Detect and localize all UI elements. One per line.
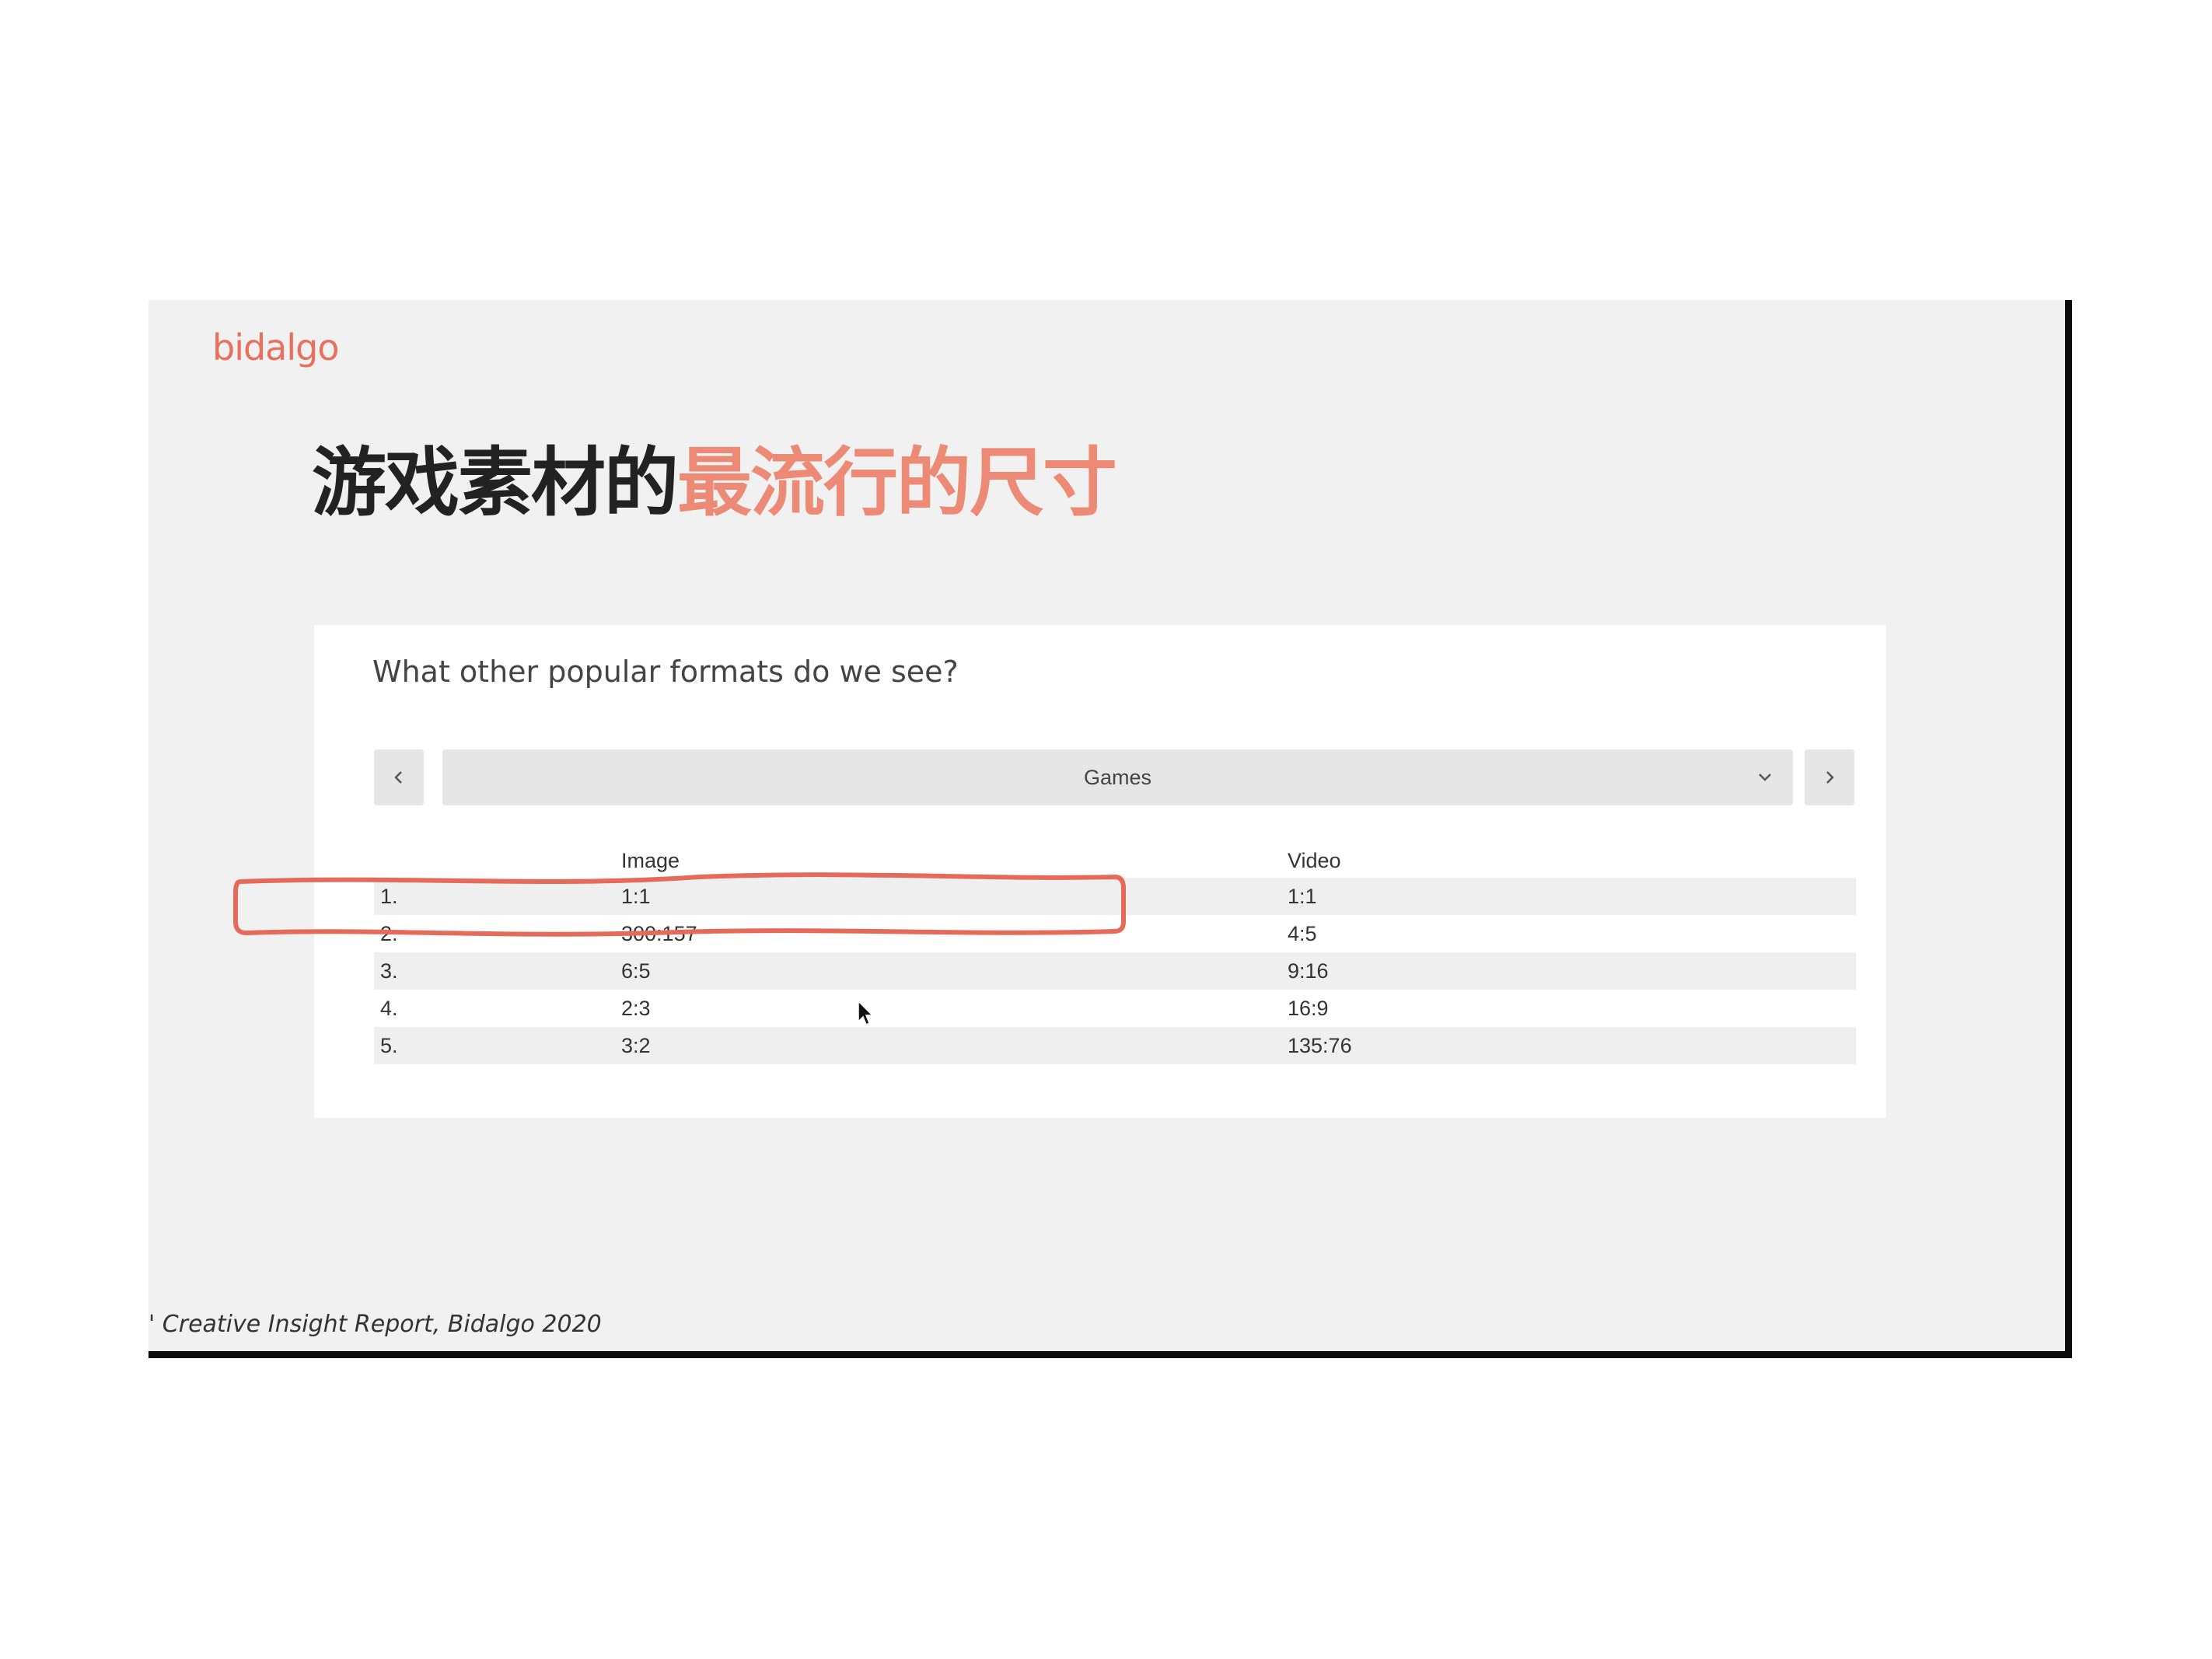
table-row: 4. 2:3 16:9 <box>374 990 1856 1027</box>
previous-button[interactable] <box>374 749 424 805</box>
video-format-cell: 135:76 <box>1288 1034 1352 1057</box>
source-footnote: ' Creative Insight Report, Bidalgo 2020 <box>149 1311 602 1338</box>
chevron-down-icon <box>1759 774 1771 781</box>
table-row: 3. 6:5 9:16 <box>374 952 1856 990</box>
next-button[interactable] <box>1805 749 1854 805</box>
table-row: 2. 300:157 4:5 <box>374 915 1856 952</box>
chevron-right-icon <box>1826 771 1834 784</box>
image-format-cell: 300:157 <box>621 922 697 945</box>
category-select[interactable]: Games <box>442 749 1793 805</box>
video-format-cell: 4:5 <box>1288 922 1317 945</box>
formats-table: Image Video 1. 1:1 1:1 2. 300:157 4:5 3.… <box>374 843 1856 1064</box>
slide-title-accent: 最流行的尺寸 <box>677 439 1117 526</box>
rank-cell: 3. <box>380 959 398 983</box>
chevron-left-icon <box>394 771 402 784</box>
table-header: Image Video <box>374 843 1856 878</box>
image-format-cell: 3:2 <box>621 1034 651 1057</box>
category-select-value: Games <box>1083 766 1152 789</box>
video-format-cell: 9:16 <box>1288 959 1329 983</box>
rank-cell: 4. <box>380 997 398 1020</box>
rank-cell: 5. <box>380 1034 398 1057</box>
mouse-cursor-icon <box>858 1000 874 1026</box>
image-format-cell: 1:1 <box>621 885 651 908</box>
column-header-image: Image <box>621 849 680 872</box>
slide-title-dark: 游戏素材的 <box>312 439 679 526</box>
video-format-cell: 1:1 <box>1288 885 1317 908</box>
rank-cell: 1. <box>380 885 398 908</box>
card-question: What other popular formats do we see? <box>372 655 959 689</box>
formats-card: What other popular formats do we see? Ga… <box>314 625 1886 1118</box>
video-format-cell: 16:9 <box>1288 997 1329 1020</box>
rank-cell: 2. <box>380 922 398 945</box>
column-header-video: Video <box>1288 849 1341 872</box>
image-format-cell: 6:5 <box>621 959 651 983</box>
table-row: 5. 3:2 135:76 <box>374 1027 1856 1064</box>
slide-title: 游戏素材的最流行的尺寸 <box>312 436 1117 529</box>
table-row: 1. 1:1 1:1 <box>374 878 1856 915</box>
image-format-cell: 2:3 <box>621 997 651 1020</box>
bidalgo-logo: bidalgo <box>212 327 339 368</box>
presentation-slide: bidalgo 游戏素材的最流行的尺寸 What other popular f… <box>149 300 2072 1358</box>
